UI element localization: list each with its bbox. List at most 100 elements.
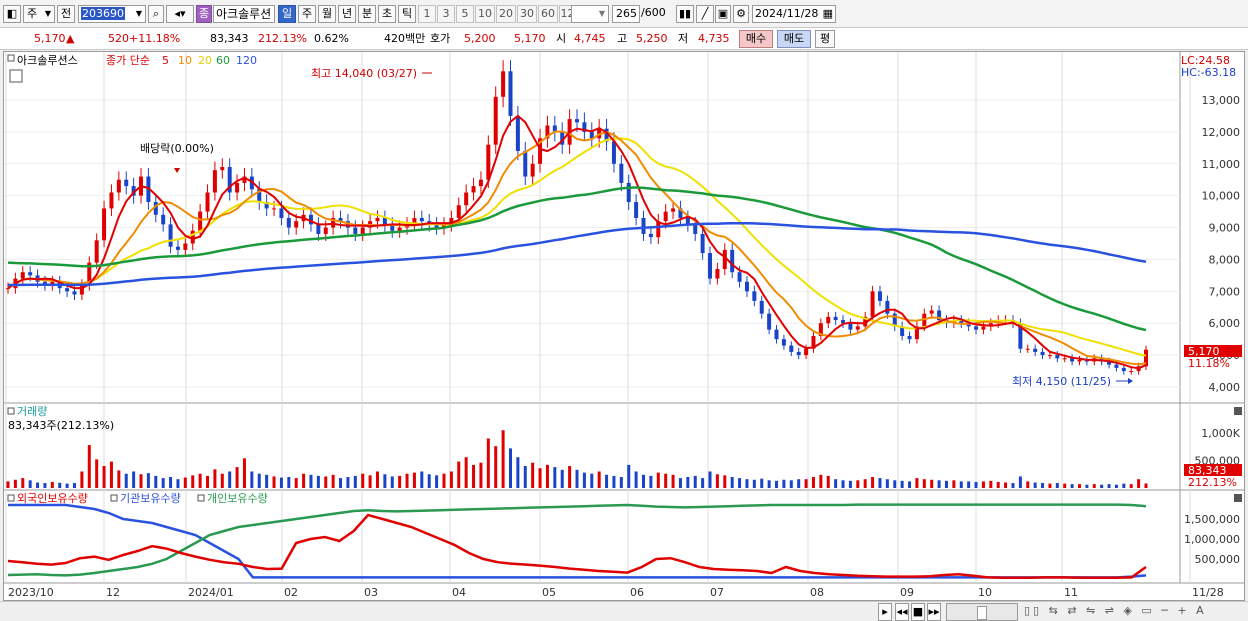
candle-body — [1121, 367, 1126, 372]
price-axis-labels: 13,000 12,000 11,000 10,000 9,000 8,000 7,000 6… — [1184, 94, 1241, 566]
speaker-icon[interactable]: ◂▾ — [166, 5, 194, 23]
candle-body — [508, 71, 513, 116]
buy-button[interactable]: 매수 — [739, 30, 773, 48]
timeframe-button[interactable]: 주 — [298, 5, 316, 23]
bar-count-input[interactable]: 265 — [612, 5, 640, 23]
candle-body — [109, 192, 114, 209]
candle-body — [877, 291, 882, 301]
price-axis-tick: 7,000 — [1209, 285, 1241, 298]
trade-amount: 420백만 — [384, 32, 426, 45]
candle-body — [464, 192, 469, 206]
high-value: 5,250 — [636, 32, 668, 45]
candle-body — [789, 345, 794, 352]
timeframe-button[interactable]: 초 — [378, 5, 396, 23]
sell-button[interactable]: 매도 — [777, 30, 811, 48]
chevron-down-icon: ▼ — [44, 9, 51, 18]
candle-body — [286, 217, 291, 228]
panel-icon — [7, 494, 15, 502]
volume-bar — [28, 480, 32, 488]
timeframe-button[interactable]: 년 — [338, 5, 356, 23]
interval-button[interactable]: 20 — [496, 5, 516, 23]
volume-bar — [1100, 484, 1104, 488]
volume-bar — [169, 477, 173, 488]
legend-ma60: 60 — [216, 54, 230, 67]
drawing-tools[interactable]: ▯▯ ⇆ ⇄ ⇋ ⇌ ◈ ▭ ─ + Α — [1024, 603, 1224, 621]
zoom-slider[interactable] — [946, 603, 1018, 621]
volume-bar — [420, 471, 424, 488]
stock-name-field[interactable]: 아크솔루션 — [213, 5, 275, 23]
candle-body — [730, 249, 735, 273]
candle-body — [671, 208, 676, 212]
candle-body — [478, 179, 483, 187]
volume-last-pct: 212.13% — [1188, 476, 1237, 489]
timeframe-button[interactable]: 틱 — [398, 5, 416, 23]
gear-icon[interactable]: ⚙ — [733, 5, 749, 23]
volume-bar — [597, 471, 601, 488]
candle-body — [981, 326, 986, 330]
interval-button[interactable]: 1 — [418, 5, 436, 23]
close-panel-icon[interactable] — [1234, 407, 1242, 415]
close-panel-icon[interactable] — [1234, 494, 1242, 502]
save-icon[interactable]: ▣ — [715, 5, 731, 23]
volume-bar — [930, 479, 934, 488]
volume-bar — [302, 473, 306, 488]
candle-body — [419, 217, 424, 222]
interval-button[interactable]: 3 — [437, 5, 455, 23]
candle-body — [929, 310, 934, 314]
slider-thumb[interactable] — [977, 606, 987, 620]
volume-bar — [789, 480, 793, 488]
evaluate-button[interactable]: 평 — [815, 30, 835, 48]
chart-area[interactable]: 13,000 12,000 11,000 10,000 9,000 8,000 7,000 6… — [3, 51, 1245, 601]
stop-icon[interactable]: ■ — [911, 603, 925, 621]
candle-type-icon[interactable]: ▮▮ — [676, 5, 694, 23]
volume-bar — [206, 475, 210, 488]
candle-body — [353, 227, 358, 234]
timeframe-button[interactable]: 분 — [358, 5, 376, 23]
window-menu-icon[interactable]: ◧ — [3, 5, 21, 23]
candle-body — [530, 163, 535, 177]
volume-bar — [109, 461, 113, 488]
volume-bar — [353, 475, 357, 488]
volume-bar — [1041, 483, 1045, 488]
code-input[interactable]: 203690 ▼ — [78, 5, 146, 23]
candle-body — [279, 208, 284, 218]
volume-bar — [13, 479, 17, 488]
timeframe-button[interactable]: 일 — [278, 5, 296, 23]
prev-button[interactable]: 전 — [57, 5, 75, 23]
interval-button[interactable]: 10 — [475, 5, 495, 23]
volume-bar — [412, 472, 416, 488]
period-dropdown[interactable]: 주 ▼ — [23, 5, 55, 23]
interval-button[interactable]: 60 — [538, 5, 558, 23]
volume-bar — [1092, 484, 1096, 488]
price-axis-tick: 12,000 — [1202, 126, 1241, 139]
interval-button[interactable]: 5 — [456, 5, 474, 23]
candle-body — [759, 300, 764, 314]
volume-bar — [642, 474, 646, 488]
candle-body — [1033, 348, 1038, 352]
volume-bar — [819, 474, 823, 488]
volume-bar — [649, 475, 653, 488]
timeframe-button[interactable]: 월 — [318, 5, 336, 23]
last-page-icon[interactable]: ▸▸ — [927, 603, 941, 621]
high-label: 고 — [617, 32, 628, 45]
price-axis-tick: 6,000 — [1209, 317, 1241, 330]
date-input[interactable]: 2024/11/28 ▦ — [752, 5, 836, 23]
candle-body — [28, 272, 33, 276]
candle-body — [168, 224, 173, 247]
volume-bar — [1063, 483, 1067, 488]
interval-input[interactable]: ▼ — [571, 5, 609, 23]
volume-bar — [1011, 483, 1015, 488]
scroll-right-icon[interactable]: ▸ — [878, 603, 892, 621]
candle-body — [212, 170, 217, 193]
volume-bar — [435, 475, 439, 488]
search-icon[interactable]: ⌕ — [148, 5, 164, 23]
candle-body — [737, 272, 742, 282]
volume-bar — [375, 471, 379, 488]
candle-body — [1055, 355, 1060, 359]
draw-line-icon[interactable]: ╱ — [696, 5, 714, 23]
interval-button[interactable]: 30 — [517, 5, 537, 23]
chevron-down-icon: ▼ — [135, 9, 142, 18]
volume-bar — [1077, 484, 1081, 488]
first-page-icon[interactable]: ◂◂ — [895, 603, 909, 621]
data-table-icon[interactable] — [9, 69, 23, 83]
